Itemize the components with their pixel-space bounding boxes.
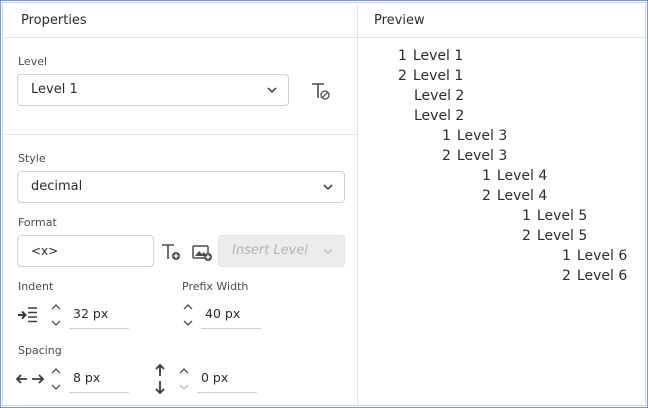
horizontal-spacing-icon — [16, 374, 44, 384]
preview-line: 1 Level 5 — [522, 208, 588, 224]
preview-line: 2 Level 6 — [562, 268, 628, 284]
chevron-down-icon — [267, 87, 277, 94]
preview-panel: Preview 1 Level 1 2 Level 1 Level 2 Level … — [358, 5, 645, 405]
preview-line: 1 Level 6 — [562, 248, 628, 264]
preview-line: 1 Level 4 — [482, 168, 548, 184]
insert-level-dropdown[interactable]: Insert Level — [218, 235, 345, 267]
prefix-width-input[interactable]: 40 px — [201, 299, 261, 329]
indent-icon — [18, 307, 37, 323]
horizontal-spacing-input[interactable]: 8 px — [69, 363, 129, 393]
format-input[interactable]: <x> — [17, 235, 154, 267]
insert-text-variable-icon[interactable] — [160, 241, 182, 263]
preview-line: 1 Level 3 — [442, 128, 508, 144]
preview-line: Level 2 — [414, 108, 465, 124]
preview-header: Preview — [358, 5, 645, 38]
prefix-width-stepper-icon[interactable] — [181, 300, 195, 330]
vertical-spacing-stepper-icon[interactable] — [177, 364, 191, 394]
preview-line: 1 Level 1 — [398, 48, 464, 64]
vertical-spacing-input[interactable]: 0 px — [197, 363, 257, 393]
preview-line: 2 Level 5 — [522, 228, 588, 244]
preview-line: Level 2 — [414, 88, 465, 104]
format-label: Format — [18, 216, 57, 229]
properties-header: Properties — [5, 5, 357, 38]
clear-format-icon[interactable] — [309, 80, 331, 102]
vertical-spacing-icon — [155, 364, 165, 394]
preview-line: 2 Level 1 — [398, 68, 464, 84]
section-divider — [5, 134, 357, 135]
chevron-down-icon — [323, 184, 333, 191]
prefix-width-label: Prefix Width — [182, 280, 249, 293]
style-dropdown-value: decimal — [31, 179, 83, 194]
spacing-label: Spacing — [18, 344, 62, 357]
indent-input[interactable]: 32 px — [69, 299, 129, 329]
level-label: Level — [18, 55, 48, 68]
level-dropdown[interactable]: Level 1 — [17, 74, 289, 106]
style-dropdown[interactable]: decimal — [17, 171, 345, 203]
indent-label: Indent — [18, 280, 54, 293]
style-label: Style — [18, 152, 46, 165]
dialog-window: Properties Level Level 1 Style decimal F… — [0, 0, 648, 408]
preview-line: 2 Level 4 — [482, 188, 548, 204]
properties-panel: Properties Level Level 1 Style decimal F… — [5, 5, 358, 405]
insert-image-icon[interactable] — [191, 241, 213, 263]
insert-level-value: Insert Level — [232, 243, 308, 258]
level-dropdown-value: Level 1 — [31, 82, 78, 97]
indent-stepper-icon[interactable] — [49, 300, 63, 330]
preview-line: 2 Level 3 — [442, 148, 508, 164]
format-input-value: <x> — [31, 244, 59, 258]
chevron-down-icon — [323, 248, 333, 255]
horizontal-spacing-stepper-icon[interactable] — [49, 364, 63, 394]
